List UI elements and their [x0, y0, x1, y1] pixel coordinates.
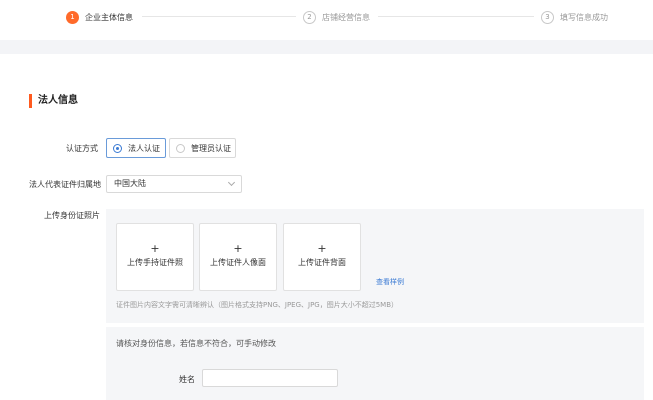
step-1-number: 1	[66, 10, 79, 24]
plus-icon: +	[317, 242, 327, 255]
view-sample-link[interactable]: 查看样例	[376, 277, 404, 287]
step-1-label: 企业主体信息	[85, 12, 133, 22]
radio-admin[interactable]: 管理员认证	[169, 138, 236, 158]
step-3-label: 填写信息成功	[560, 12, 608, 22]
name-label: 姓名	[179, 375, 195, 384]
divider-band	[0, 40, 653, 54]
upload-back-label: 上传证件背面	[298, 258, 346, 267]
upload-hint: 证件图片内容文字需可清晰辨认（图片格式支持PNG、JPEG、JPG，图片大小不超…	[116, 301, 399, 309]
step-1: 1 企业主体信息	[66, 9, 133, 25]
radio-admin-label: 管理员认证	[191, 143, 231, 153]
radio-checked-icon	[113, 143, 122, 153]
step-2-label: 店铺经营信息	[322, 12, 370, 22]
upload-handheld-card[interactable]: + 上传手持证件照	[116, 223, 194, 291]
plus-icon: +	[233, 242, 243, 255]
step-connector	[378, 16, 534, 17]
step-3: 3 填写信息成功	[541, 9, 608, 25]
auth-method-label: 认证方式	[66, 144, 98, 153]
upload-portrait-label: 上传证件人像面	[210, 258, 266, 267]
radio-unchecked-icon	[176, 143, 185, 153]
chevron-down-icon	[227, 178, 236, 187]
section-title-marker	[29, 94, 32, 108]
radio-legal-person-label: 法人认证	[128, 143, 160, 153]
section-title: 法人信息	[38, 95, 78, 106]
upload-portrait-card[interactable]: + 上传证件人像面	[199, 223, 277, 291]
upload-back-card[interactable]: + 上传证件背面	[283, 223, 361, 291]
upload-handheld-label: 上传手持证件照	[127, 258, 183, 267]
region-select[interactable]: 中国大陆	[106, 175, 242, 193]
step-2-number: 2	[303, 10, 316, 24]
upload-label: 上传身份证照片	[44, 211, 100, 220]
region-label: 法人代表证件归属地	[29, 180, 101, 189]
name-input[interactable]	[202, 369, 338, 387]
verify-hint: 请核对身份信息，若信息不符合，可手动修改	[116, 339, 276, 348]
step-3-number: 3	[541, 10, 554, 24]
steps-bar: 1 企业主体信息 2 店铺经营信息 3 填写信息成功	[0, 0, 653, 40]
radio-legal-person[interactable]: 法人认证	[106, 138, 166, 158]
plus-icon: +	[150, 242, 160, 255]
region-select-value: 中国大陆	[114, 179, 146, 188]
step-connector	[142, 16, 296, 17]
step-2: 2 店铺经营信息	[303, 9, 370, 25]
